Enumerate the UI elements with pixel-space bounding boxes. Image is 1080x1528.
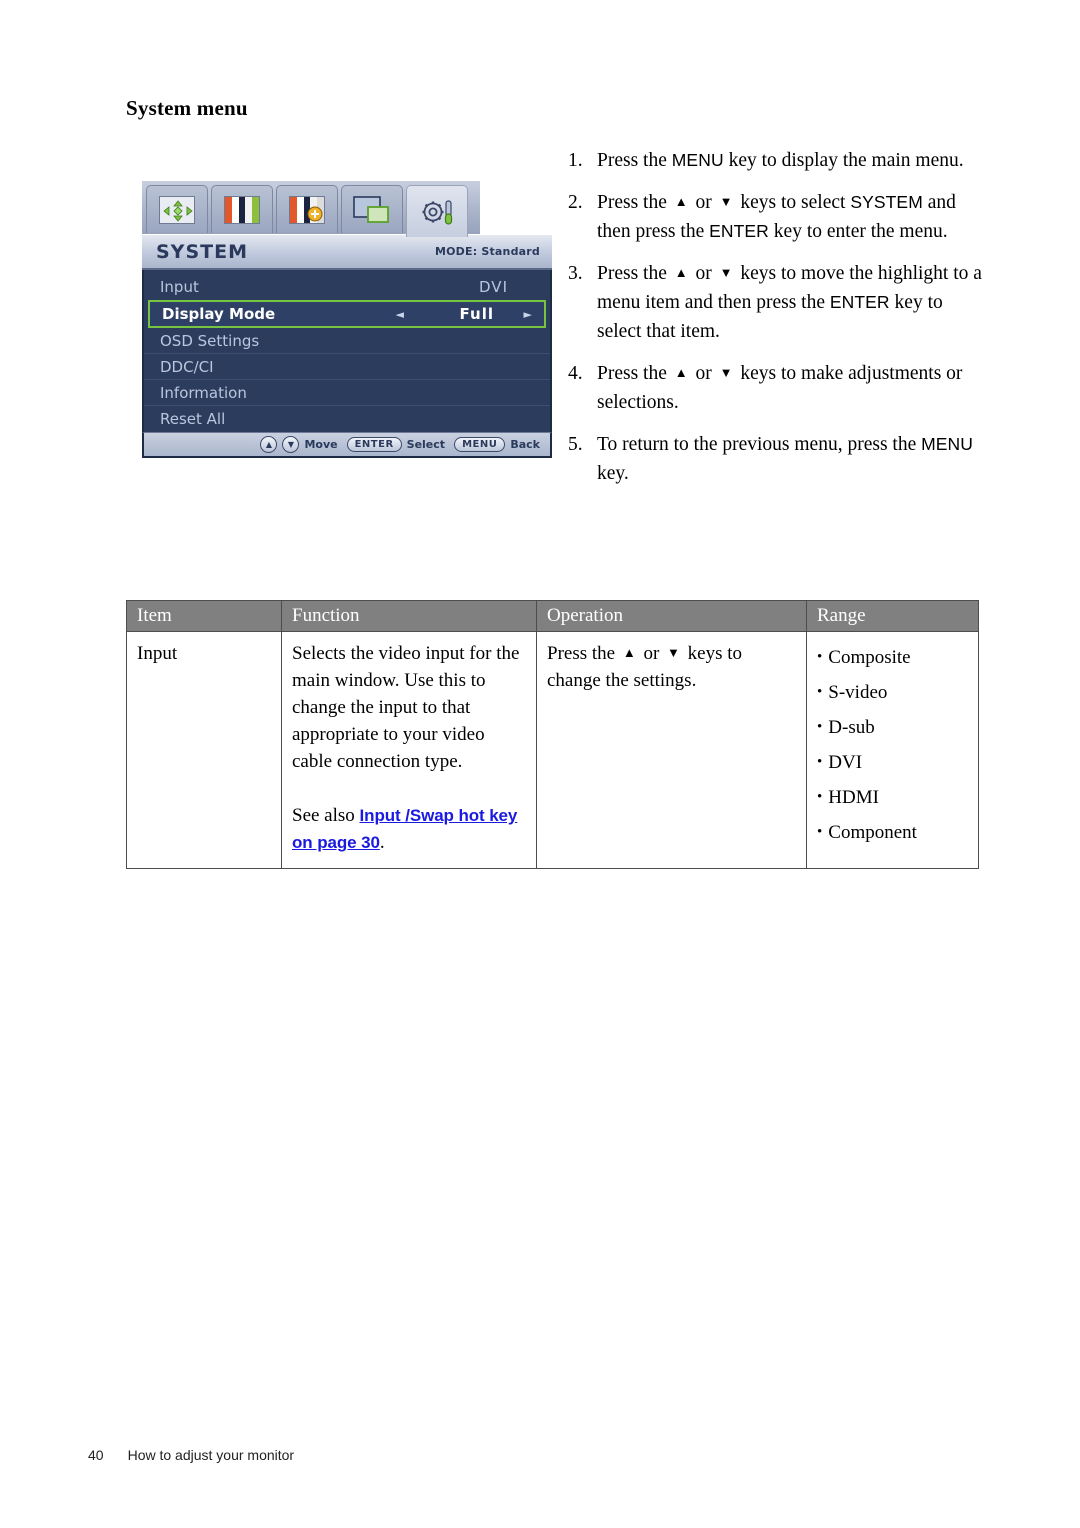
range-item: D-sub — [817, 710, 968, 745]
osd-item-label: Information — [160, 383, 247, 402]
running-head: How to adjust your monitor — [127, 1447, 295, 1463]
key-name: ENTER — [709, 221, 769, 241]
table-header-row: Item Function Operation Range — [126, 600, 979, 632]
key-name: MENU — [921, 434, 974, 454]
step-text: Press the ▲ or ▼ keys to make adjustment… — [597, 363, 963, 413]
range-item: S-video — [817, 675, 968, 710]
settings-table: Item Function Operation Range Input Sele… — [126, 600, 979, 869]
arrow-key-icon: ▼ — [719, 265, 733, 280]
range-item: DVI — [817, 745, 968, 780]
step-2: 2. Press the ▲ or ▼ keys to select SYSTE… — [568, 188, 988, 246]
column-header-range: Range — [806, 600, 979, 632]
step-3: 3. Press the ▲ or ▼ keys to move the hig… — [568, 259, 988, 346]
osd-menu-title: SYSTEM — [156, 240, 248, 263]
osd-menu-list: Input DVI Display Mode ◄ Full ► OSD Sett… — [142, 270, 552, 432]
operation-text: Press the ▲ or ▼ keys to change the sett… — [547, 643, 743, 691]
step-number: 1. — [568, 150, 583, 171]
osd-title-bar: SYSTEM MODE: Standard — [142, 234, 552, 270]
osd-tab-strip — [142, 181, 480, 237]
step-text: To return to the previous menu, press th… — [597, 434, 974, 484]
see-also-suffix: . — [379, 832, 385, 853]
arrow-key-icon: ▲ — [674, 365, 688, 380]
hint-move-label: Move — [304, 438, 338, 451]
osd-item-label: DDC/CI — [160, 357, 214, 376]
arrow-key-icon: ▲ — [622, 645, 636, 660]
cell-item: Input — [126, 631, 282, 869]
table-row: Input Selects the video input for the ma… — [126, 631, 979, 869]
step-5: 5. To return to the previous menu, press… — [568, 430, 988, 488]
cell-operation: Press the ▲ or ▼ keys to change the sett… — [536, 631, 807, 869]
menu-key-icon[interactable]: MENU — [454, 437, 506, 452]
page-footer: 40 How to adjust your monitor — [88, 1447, 294, 1463]
see-also-prefix: See also — [292, 805, 360, 826]
osd-item-label: Display Mode — [162, 305, 276, 323]
page-title: System menu — [126, 96, 248, 120]
see-also-note: See also Input /Swap hot key on page 30. — [292, 802, 526, 856]
arrow-key-icon: ▲ — [674, 265, 688, 280]
osd-menu-item-reset-all[interactable]: Reset All — [144, 406, 550, 432]
arrow-key-icon: ▼ — [719, 194, 733, 209]
step-number: 2. — [568, 192, 583, 213]
step-number: 4. — [568, 363, 583, 384]
osd-tab-picture[interactable] — [211, 185, 273, 233]
instruction-steps: 1. Press the MENU key to display the mai… — [568, 146, 988, 501]
cell-range: Composite S-video D-sub DVI HDMI Compone… — [806, 631, 979, 869]
column-header-operation: Operation — [536, 600, 807, 632]
arrow-key-icon: ▼ — [719, 365, 733, 380]
step-1: 1. Press the MENU key to display the mai… — [568, 146, 988, 175]
key-name: SYSTEM — [850, 192, 923, 212]
key-name: ENTER — [829, 292, 890, 312]
osd-mode-label: MODE: Standard — [434, 245, 540, 258]
osd-tab-picture-advanced[interactable] — [276, 185, 338, 233]
osd-screenshot-figure: SYSTEM MODE: Standard Input DVI Display … — [142, 181, 552, 458]
osd-menu-item-ddc-ci[interactable]: DDC/CI — [144, 354, 550, 380]
column-header-item: Item — [126, 600, 282, 632]
osd-menu-item-display-mode[interactable]: Display Mode ◄ Full ► — [148, 300, 546, 328]
key-name: MENU — [671, 150, 724, 170]
cell-function: Selects the video input for the main win… — [281, 631, 537, 869]
step-text: Press the ▲ or ▼ keys to move the highli… — [597, 263, 982, 342]
osd-tab-system[interactable] — [406, 185, 468, 237]
range-item: Component — [817, 815, 968, 850]
osd-tab-display[interactable] — [146, 185, 208, 233]
osd-menu-item-input[interactable]: Input DVI — [144, 274, 550, 300]
hint-select-label: Select — [406, 438, 446, 451]
enter-key-icon[interactable]: ENTER — [346, 437, 402, 452]
move-arrows-icon — [159, 195, 195, 224]
step-number: 3. — [568, 263, 583, 284]
osd-item-value: DVI — [479, 277, 508, 296]
picture-in-picture-icon — [352, 195, 392, 225]
manual-page: System menu SYSTEM MODE: Standard Input … — [0, 0, 1080, 1528]
page-number: 40 — [88, 1447, 104, 1463]
column-header-function: Function — [281, 600, 537, 632]
osd-item-label: Input — [160, 277, 199, 296]
function-description: Selects the video input for the main win… — [292, 643, 520, 772]
osd-item-label: Reset All — [160, 409, 226, 428]
step-text: Press the MENU key to display the main m… — [597, 150, 964, 171]
osd-item-label: OSD Settings — [160, 331, 260, 350]
step-4: 4. Press the ▲ or ▼ keys to make adjustm… — [568, 359, 988, 417]
hint-back-label: Back — [510, 438, 540, 451]
range-list: Composite S-video D-sub DVI HDMI Compone… — [817, 640, 968, 850]
range-item: Composite — [817, 640, 968, 675]
step-number: 5. — [568, 434, 583, 455]
osd-menu-item-information[interactable]: Information — [144, 380, 550, 406]
gear-wrench-icon — [417, 197, 457, 227]
step-text: Press the ▲ or ▼ keys to select SYSTEM a… — [597, 192, 956, 242]
down-key-icon[interactable]: ▼ — [282, 436, 300, 453]
range-item: HDMI — [817, 780, 968, 815]
osd-menu-item-osd-settings[interactable]: OSD Settings — [144, 328, 550, 354]
up-key-icon[interactable]: ▲ — [260, 436, 278, 453]
osd-footer-hints: ▲ ▼ Move ENTER Select MENU Back — [142, 432, 552, 458]
color-bars-plus-icon — [289, 195, 325, 224]
arrow-key-icon: ▲ — [674, 194, 688, 209]
chevron-right-icon[interactable]: ► — [524, 308, 532, 321]
chevron-left-icon[interactable]: ◄ — [396, 308, 404, 321]
arrow-key-icon: ▼ — [667, 645, 680, 660]
color-bars-icon — [224, 195, 260, 224]
osd-tab-pip[interactable] — [341, 185, 403, 233]
